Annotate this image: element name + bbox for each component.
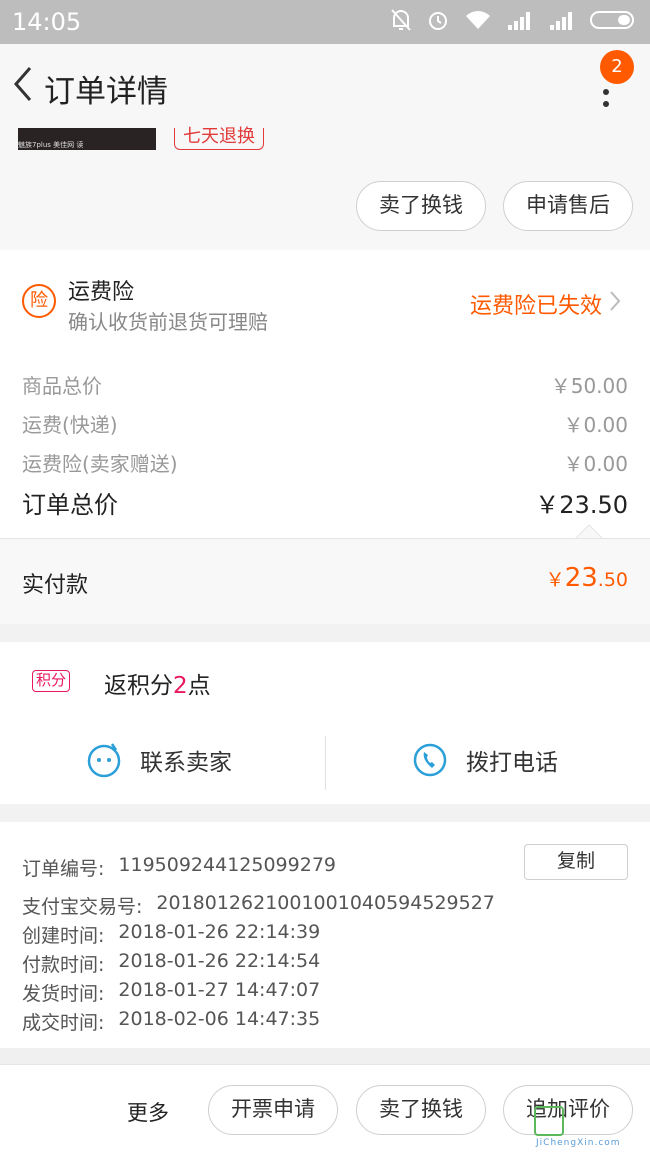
goods-price-label: 商品总价 (22, 374, 102, 398)
price-breakdown: 商品总价 ￥50.00 运费(快递) ￥0.00 运费险(卖家赠送) ￥0.00… (0, 350, 650, 539)
info-value: 119509244125099279 (118, 854, 336, 876)
status-bar: 14:05 (0, 0, 650, 44)
paid-time-row: 付款时间: 2018-01-26 22:14:54 (22, 950, 320, 977)
contact-seller-label: 联系卖家 (140, 750, 232, 776)
insurance-status: 运费险已失效 (469, 294, 602, 319)
actual-paid-amount: ￥23.50 (546, 563, 628, 593)
insurance-fee-value: ￥0.00 (563, 452, 628, 476)
paid-decimal: .50 (597, 569, 628, 591)
order-total-row: 订单总价 ￥23.50 (22, 485, 628, 520)
more-button[interactable]: 更多 (127, 1097, 169, 1127)
info-key: 发货时间: (22, 983, 105, 1005)
order-total-value: ￥23.50 (535, 491, 628, 519)
insurance-icon: 险 (22, 284, 56, 318)
created-time-row: 创建时间: 2018-01-26 22:14:39 (22, 921, 320, 948)
return-policy-tag: 七天退换 (174, 128, 264, 150)
notification-badge: 2 (600, 50, 634, 84)
paid-integer: 23 (564, 563, 598, 593)
order-info-section: 订单编号: 119509244125099279 复制 支付宝交易号: 2018… (0, 822, 650, 1048)
insurance-fee-row: 运费险(卖家赠送) ￥0.00 (22, 448, 628, 477)
shipping-insurance-row[interactable]: 险 运费险 确认收货前退货可理赔 运费险已失效 (0, 250, 650, 350)
status-time: 14:05 (12, 8, 82, 36)
info-value: 2018-01-27 14:47:07 (118, 979, 321, 1001)
signal-icon-2 (550, 12, 572, 30)
chat-face-icon (87, 743, 121, 778)
page-title: 订单详情 (44, 74, 168, 110)
silent-bell-icon (391, 9, 411, 31)
shipping-fee-value: ￥0.00 (563, 413, 628, 437)
points-prefix: 返积分 (104, 673, 173, 699)
contact-seller-button[interactable]: 联系卖家 (86, 742, 232, 778)
shipping-fee-label: 运费(快递) (22, 413, 118, 437)
shipping-fee-row: 运费(快递) ￥0.00 (22, 409, 628, 438)
title-bar: 订单详情 (0, 44, 650, 128)
info-key: 付款时间: (22, 954, 105, 976)
info-value: 2018012621001001040594529527 (156, 892, 495, 914)
back-icon[interactable] (8, 64, 38, 104)
copy-button[interactable]: 复制 (524, 844, 628, 880)
site-watermark: JiChengXin.com (530, 1104, 648, 1152)
call-label: 拨打电话 (466, 750, 558, 776)
invoice-button[interactable]: 开票申请 (208, 1085, 338, 1135)
info-key: 创建时间: (22, 925, 105, 947)
insurance-fee-label: 运费险(卖家赠送) (22, 452, 178, 476)
actual-paid-label: 实付款 (22, 573, 89, 598)
watermark-logo-icon (534, 1106, 564, 1136)
info-value: 2018-01-26 22:14:39 (118, 921, 321, 943)
points-number: 2 (173, 673, 188, 699)
alarm-icon (429, 12, 447, 30)
section-gap (0, 1048, 650, 1064)
alipay-trade-row: 支付宝交易号: 2018012621001001040594529527 (22, 892, 495, 919)
status-icons (390, 8, 638, 32)
actual-paid-row: 实付款 ￥23.50 (0, 538, 650, 624)
insurance-subtitle: 确认收货前退货可理赔 (68, 310, 268, 334)
info-key: 支付宝交易号: (22, 896, 143, 918)
call-button[interactable]: 拨打电话 (412, 742, 558, 778)
wifi-icon (466, 11, 490, 29)
order-total-label: 订单总价 (22, 491, 118, 519)
thumbnail-caption: 魅族7plus 美佳网 读 (18, 141, 84, 149)
points-suffix: 点 (187, 673, 211, 699)
insurance-title: 运费险 (68, 280, 135, 305)
watermark-text: JiChengXin.com (536, 1138, 621, 1148)
contact-bar: 联系卖家 拨打电话 (0, 722, 650, 804)
info-value: 2018-01-26 22:14:54 (118, 950, 321, 972)
info-key: 成交时间: (22, 1012, 105, 1034)
goods-price-value: ￥50.00 (550, 374, 628, 398)
sell-button[interactable]: 卖了换钱 (356, 181, 486, 231)
chevron-right-icon (610, 291, 621, 311)
paid-currency: ￥ (545, 569, 565, 591)
sell-button-bottom[interactable]: 卖了换钱 (356, 1085, 486, 1135)
product-section: 魅族7plus 美佳网 读 七天退换 卖了换钱 申请售后 (0, 128, 650, 250)
info-key: 订单编号: (22, 858, 105, 880)
points-row: 积分 返积分2点 (0, 642, 650, 722)
goods-price-row: 商品总价 ￥50.00 (22, 370, 628, 399)
after-sale-button[interactable]: 申请售后 (503, 181, 633, 231)
battery-icon (590, 11, 634, 29)
points-badge: 积分 (32, 670, 71, 692)
points-text: 返积分2点 (104, 666, 211, 700)
signal-icon (508, 12, 530, 30)
info-value: 2018-02-06 14:47:35 (118, 1008, 321, 1030)
order-number-row: 订单编号: 119509244125099279 (22, 854, 336, 881)
shipped-time-row: 发货时间: 2018-01-27 14:47:07 (22, 979, 320, 1006)
phone-icon (413, 743, 447, 777)
deal-time-row: 成交时间: 2018-02-06 14:47:35 (22, 1008, 320, 1035)
notch-arrow-icon (575, 524, 603, 539)
contact-divider (325, 736, 326, 790)
